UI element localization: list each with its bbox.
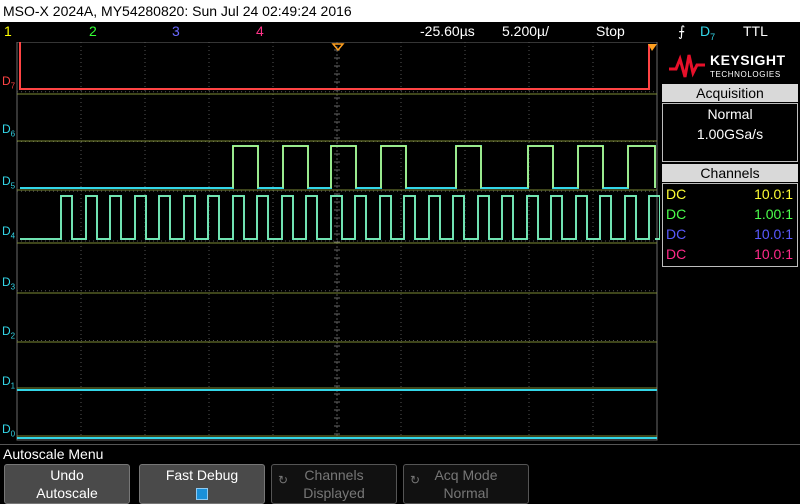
waveform-graticule (16, 42, 660, 441)
channels-box: DC 10.0:1 DC 1.00:1 DC 10.0:1 DC 10.0:1 (662, 183, 798, 267)
digital-channel-label[interactable]: D0 (2, 422, 15, 438)
trigger-level[interactable]: TTL (743, 23, 768, 39)
brand-name: KEYSIGHT (710, 52, 786, 68)
acq-mode-softkey[interactable]: ↻ Acq Mode Normal (403, 464, 529, 504)
brand-sub: TECHNOLOGIES (710, 70, 781, 79)
channel-1-label[interactable]: 1 (4, 23, 12, 39)
rotate-knob-icon: ↻ (278, 473, 289, 487)
title-text: MSO-X 2024A, MY54280820: Sun Jul 24 02:4… (3, 3, 352, 19)
acquisition-header[interactable]: Acquisition (662, 84, 798, 102)
keysight-wave-icon (669, 54, 705, 78)
menu-title-bar: Autoscale Menu (0, 444, 800, 463)
trigger-edge-icon: ⨍ (678, 23, 686, 39)
softkey-bar: Undo Autoscale Fast Debug ↻ Channels Dis… (0, 462, 800, 504)
channel-row-4[interactable]: DC 10.0:1 (663, 244, 797, 264)
status-bar: 1 2 3 4 -25.60µs 5.200µ/ Stop ⨍ D7 TTL (0, 22, 800, 42)
keysight-logo: KEYSIGHT TECHNOLOGIES (668, 48, 794, 84)
digital-channel-label[interactable]: D6 (2, 122, 15, 138)
trigger-source[interactable]: D7 (700, 23, 715, 42)
sample-rate: 1.00GSa/s (696, 126, 764, 142)
run-state[interactable]: Stop (596, 23, 625, 39)
channel-4-label[interactable]: 4 (256, 23, 264, 39)
fast-debug-checkbox[interactable] (196, 488, 208, 501)
digital-channel-label[interactable]: D3 (2, 275, 15, 291)
fast-debug-softkey[interactable]: Fast Debug (139, 464, 265, 504)
waveform-display[interactable]: D7 D6 D5 D4 D3 D2 D1 D0 (0, 42, 660, 444)
acquisition-mode: Normal (707, 106, 753, 122)
channels-header[interactable]: Channels (662, 164, 798, 182)
channel-row-3[interactable]: DC 10.0:1 (663, 224, 797, 244)
undo-autoscale-softkey[interactable]: Undo Autoscale (4, 464, 130, 504)
channel-2-label[interactable]: 2 (89, 23, 97, 39)
digital-channel-label[interactable]: D7 (2, 74, 15, 90)
digital-channel-label[interactable]: D5 (2, 174, 15, 190)
trigger-position-marker (331, 43, 345, 52)
digital-channel-label[interactable]: D4 (2, 224, 15, 240)
channel-row-2[interactable]: DC 1.00:1 (663, 204, 797, 224)
horizontal-scale[interactable]: 5.200µ/ (502, 23, 549, 39)
channel-3-label[interactable]: 3 (172, 23, 180, 39)
right-info-panel: KEYSIGHT TECHNOLOGIES Acquisition Normal… (660, 42, 800, 444)
menu-title: Autoscale Menu (3, 446, 104, 462)
rotate-knob-icon: ↻ (410, 473, 421, 487)
channels-displayed-softkey[interactable]: ↻ Channels Displayed (271, 464, 397, 504)
digital-channel-label[interactable]: D2 (2, 324, 15, 340)
title-bar: MSO-X 2024A, MY54280820: Sun Jul 24 02:4… (0, 0, 800, 22)
horizontal-delay[interactable]: -25.60µs (420, 23, 475, 39)
acquisition-box: Normal 1.00GSa/s (662, 103, 798, 162)
digital-channel-label[interactable]: D1 (2, 374, 15, 390)
d5-edge-overlay (232, 145, 656, 188)
channel-row-1[interactable]: DC 10.0:1 (663, 184, 797, 204)
